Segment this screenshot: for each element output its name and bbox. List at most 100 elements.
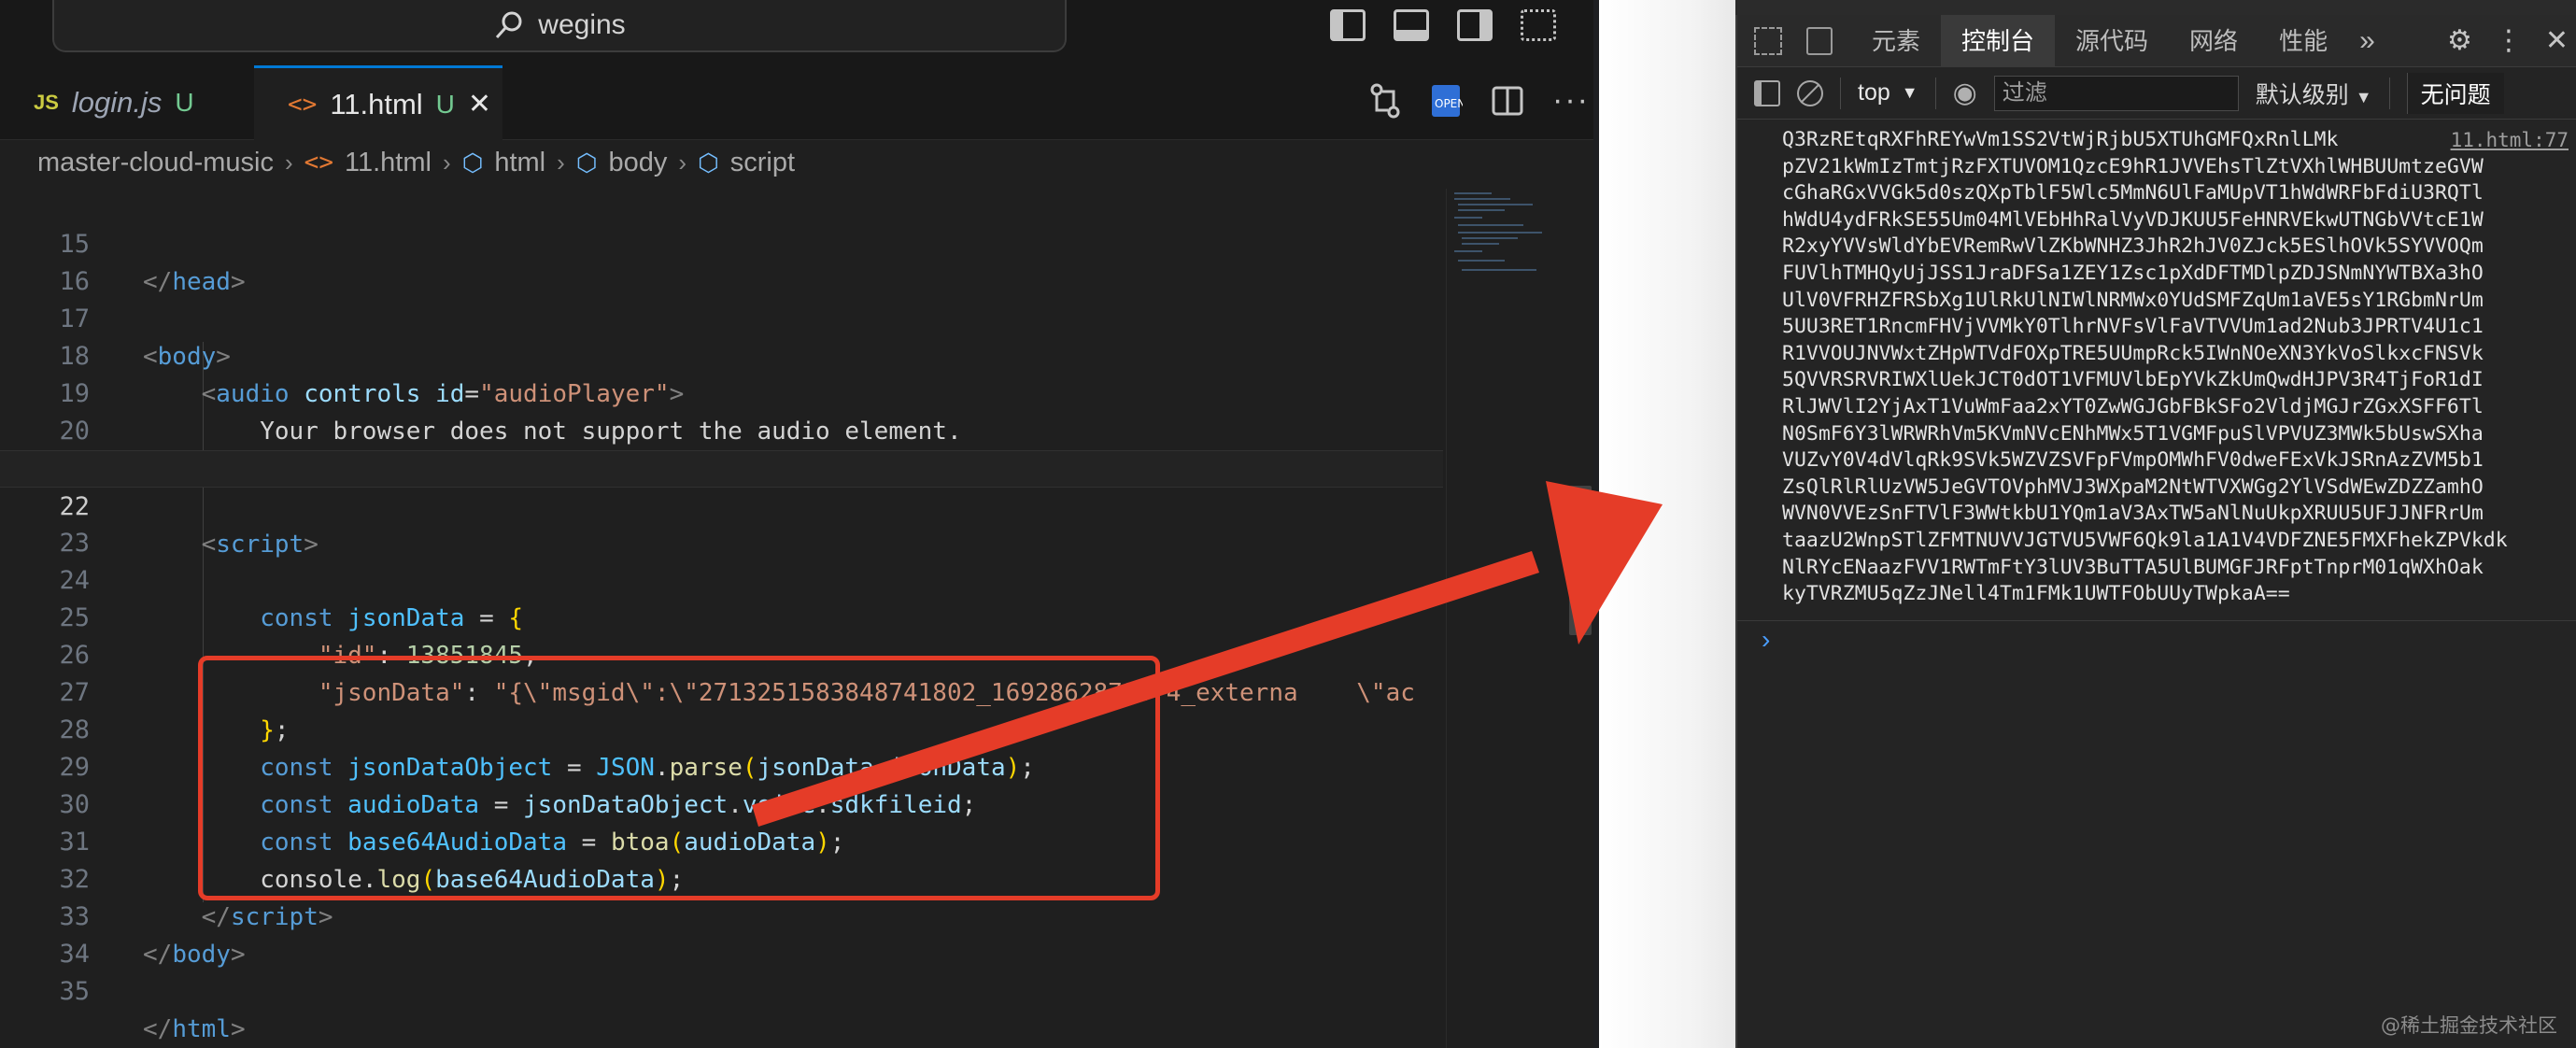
divider (2388, 77, 2390, 109)
chevron-right-icon: › (678, 148, 687, 177)
untracked-badge: U (435, 89, 455, 119)
browser-page-viewport (1599, 0, 1735, 1048)
customize-layout-icon[interactable] (1521, 9, 1556, 41)
source-link[interactable]: 11.html:77 (2451, 127, 2569, 154)
tab-network[interactable]: 网络 (2169, 15, 2258, 67)
code-line: 16 (0, 226, 1443, 296)
code-editor: wegins JS login.js U <> 11.html U ✕ OPEN… (0, 0, 1593, 1048)
code-line: 15 </head> (0, 189, 1443, 296)
prompt-chevron-icon: › (1762, 625, 1771, 654)
device-icon[interactable] (1806, 26, 1833, 55)
code-line: 23 (0, 488, 1443, 558)
cube-icon: ⬡ (461, 148, 484, 177)
more-icon[interactable]: ··· (1552, 82, 1590, 120)
close-icon[interactable]: ✕ (468, 88, 491, 120)
console-toolbar: top ▼ ◉ 默认级别 ▼ 无问题 (1737, 67, 2576, 120)
layout-controls (1330, 9, 1556, 41)
triangle-down-icon: ▼ (1901, 83, 1918, 102)
line-number: 35 (59, 977, 90, 1006)
html-file-icon: <> (288, 90, 318, 119)
base64-output-line: taazU2WnpSTlZFMTNUVVJGTVU5VWF6Qk9la1A1V4… (1782, 528, 2508, 552)
code-line: 24 const jsonData = { (0, 525, 1443, 632)
code-line: 17 <body> (0, 263, 1443, 371)
base64-output-line: UlV0VFRHZFRSbXg1UlRkUlNIWlNRMWx0YUdSMFZq… (1782, 288, 2484, 312)
base64-output-line: pZV21kWmIzTmtjRzFXTUVOM1QzcE9hR1JVVEhsTl… (1782, 154, 2484, 178)
preview-extension-icon[interactable]: OPEN (1429, 82, 1463, 120)
code-line: 18 <audio controls id="audioPlayer"> (0, 301, 1443, 408)
command-center-search[interactable]: wegins (52, 0, 1067, 52)
inspect-icon[interactable] (1754, 26, 1782, 55)
breadcrumb-html[interactable]: html (494, 148, 545, 178)
code-area[interactable]: 15 </head> 16 17 <body> 18 <audio contro… (0, 189, 1443, 1048)
tab-11-html[interactable]: <> 11.html U ✕ (254, 65, 502, 140)
base64-output-line: hWdU4ydFRkSE55Um04MlVEbHhRalVyVDJKUU5FeH… (1782, 207, 2484, 232)
code-line-current: 22 <script> (0, 450, 1443, 559)
editor-tab-bar: JS login.js U <> 11.html U ✕ OPEN ··· (0, 65, 1593, 140)
code-token: html (172, 1015, 231, 1043)
tab-performance[interactable]: 性能 (2258, 15, 2348, 67)
divider (1840, 77, 1841, 109)
split-editor-icon[interactable] (1491, 82, 1524, 120)
code-line: 34 (0, 899, 1443, 969)
chevron-right-icon: › (442, 148, 451, 177)
tab-elements[interactable]: 元素 (1851, 15, 1941, 67)
console-prompt[interactable]: › (1737, 620, 2576, 661)
triangle-down-icon: ▼ (2355, 87, 2372, 106)
devtools-actions: ⚙ ⋮ ✕ (2447, 24, 2576, 57)
divider (1934, 77, 1936, 109)
base64-output-line: RlJWVlI2YjAxT1VuWmFaa2xYT0ZwWGJGbFBkSFo2… (1782, 394, 2484, 418)
log-level-select[interactable]: 默认级别 ▼ (2256, 77, 2372, 110)
breadcrumb: master-cloud-music › <> 11.html › ⬡ html… (0, 140, 1593, 185)
breadcrumb-script[interactable]: script (730, 148, 795, 178)
untracked-badge: U (175, 88, 194, 117)
close-icon[interactable]: ✕ (2545, 24, 2569, 57)
filter-input[interactable] (1993, 75, 2239, 111)
search-icon (496, 11, 522, 39)
base64-output-line: ZsQlRlRlUzVW5JeGVTOVphMVJ3WXpaM2NtWTVXWG… (1782, 474, 2484, 499)
breadcrumb-file[interactable]: 11.html (345, 148, 432, 178)
log-level-value: 默认级别 (2255, 81, 2349, 108)
base64-output-line: Q3RzREtqRXFhREYwVm1SS2VtWjRjbU5XTUhGMFQx… (1782, 128, 2339, 151)
devtools-panel: 元素 控制台 源代码 网络 性能 » ⚙ ⋮ ✕ top ▼ ◉ 默认级别 ▼ … (1735, 15, 2576, 1048)
console-message[interactable]: 11.html:77 Q3RzREtqRXFhREYwVm1SS2VtWjRjb… (1737, 120, 2576, 608)
line-content: </html> (143, 1015, 246, 1043)
issues-button[interactable]: 无问题 (2406, 72, 2504, 114)
code-line: 35 </html> (0, 936, 1443, 1043)
code-line: 19 Your browser does not support the aud… (0, 338, 1443, 446)
tab-login-js[interactable]: JS login.js U (0, 65, 252, 140)
minimap[interactable] (1446, 189, 1550, 1048)
tab-label: 11.html (330, 87, 423, 120)
breadcrumb-folder[interactable]: master-cloud-music (37, 148, 274, 178)
base64-output-line: kyTVRZMU5qZzJNell4Tm1FMk1UWTFObUUyTWpkaA… (1782, 582, 2290, 606)
tab-console[interactable]: 控制台 (1941, 15, 2056, 67)
code-line: 26 "jsonData": "{\"msgid\":\"27132515838… (0, 600, 1443, 707)
base64-output-line: WVN0VVEzSnFTVlF3WWtkbU1YQm1aV3AxTW5aNlNu… (1782, 502, 2484, 526)
cube-icon: ⬡ (575, 148, 598, 177)
eye-icon[interactable]: ◉ (1953, 77, 1977, 109)
tab-label: login.js (71, 86, 163, 119)
html-file-icon: <> (304, 149, 333, 177)
more-tabs-icon[interactable]: » (2348, 25, 2386, 57)
base64-output-line: 5QVVRSRVRIWXlUekJCT0dOT1VFMUVlbEpYVkZkUm… (1782, 368, 2484, 392)
code-line: 21 (0, 413, 1443, 483)
vertical-scrollbar[interactable] (1569, 486, 1592, 635)
git-compare-icon[interactable] (1369, 82, 1401, 120)
highlight-annotation-box (198, 656, 1160, 900)
base64-output-line: FUVlhTMHQyUjJSS1JraDFSa1ZEY1Zsc1pXdDFTMD… (1782, 261, 2484, 285)
svg-text:OPEN: OPEN (1435, 97, 1463, 110)
sidebar-icon[interactable] (1754, 79, 1780, 106)
code-line: 25 "id": 13851845, (0, 562, 1443, 670)
toggle-secondary-sidebar-icon[interactable] (1457, 9, 1493, 41)
toggle-panel-icon[interactable] (1394, 9, 1429, 41)
context-select[interactable]: top ▼ (1858, 79, 1918, 106)
breadcrumb-body[interactable]: body (608, 148, 667, 178)
chevron-right-icon: › (285, 148, 293, 177)
clear-icon[interactable] (1797, 79, 1823, 106)
settings-icon[interactable]: ⚙ (2447, 24, 2472, 57)
toggle-sidebar-icon[interactable] (1330, 9, 1366, 41)
base64-output-line: N0SmF6Y3lWRWRhVm5KVmNVcENhMWx5T1VGMFpuSl… (1782, 421, 2484, 446)
watermark: @稀土掘金技术社区 (2381, 1014, 2557, 1037)
more-icon[interactable]: ⋮ (2495, 24, 2523, 57)
base64-output-line: R2xyYVVsWldYbEVRemRwVlZKbWNHZ3JhR2hJV0ZJ… (1782, 234, 2484, 259)
tab-sources[interactable]: 源代码 (2055, 15, 2169, 67)
